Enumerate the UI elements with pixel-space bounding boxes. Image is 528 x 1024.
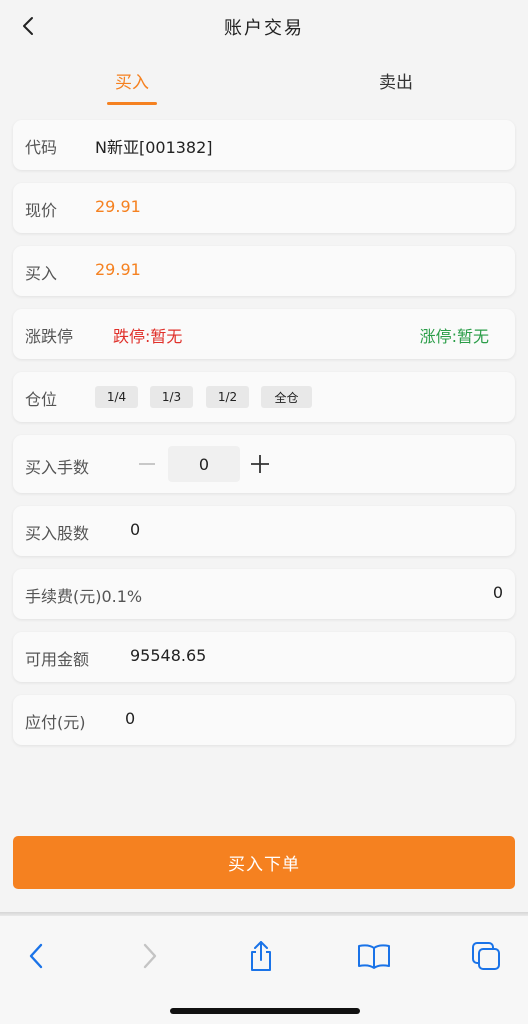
tabs-button[interactable] [464,936,508,976]
home-indicator [170,1008,360,1014]
active-tab-indicator [107,102,157,105]
share-button[interactable] [239,936,283,976]
decrement-button[interactable] [129,447,165,481]
code-row: 代码 N新亚[001382] [13,120,515,170]
buy-price-label: 买入 [25,264,58,283]
plus-icon [251,455,269,473]
price-value: 29.91 [95,197,141,216]
trade-tabs: 买入 卖出 [0,56,528,106]
fee-row: 手续费(元)0.1% 0 [13,569,515,619]
position-half-button[interactable]: 1/2 [206,386,249,408]
available-row: 可用金额 95548.65 [13,632,515,682]
payable-row: 应付(元) 0 [13,695,515,745]
share-icon [251,941,271,971]
increment-button[interactable] [242,447,278,481]
price-label: 现价 [25,201,58,220]
shares-value: 0 [130,520,141,539]
shares-row: 买入股数 0 [13,506,515,556]
code-value: N新亚[001382] [95,138,213,157]
lots-input[interactable]: 0 [168,446,240,482]
position-label: 仓位 [25,390,58,409]
fee-value: 0 [492,583,503,602]
price-row: 现价 29.91 [13,183,515,233]
lots-label: 买入手数 [25,458,90,477]
limit-up-value: 涨停:暂无 [419,327,489,346]
browser-back-button[interactable] [14,936,58,976]
buy-price-row: 买入 29.91 [13,246,515,296]
position-quarter-button[interactable]: 1/4 [95,386,138,408]
code-label: 代码 [25,138,58,157]
chevron-left-icon [29,943,43,969]
buy-price-value[interactable]: 29.91 [95,260,141,279]
payable-value: 0 [125,709,136,728]
limit-label: 涨跌停 [25,327,74,346]
chevron-right-icon [143,943,157,969]
tab-sell[interactable]: 卖出 [356,68,436,93]
position-full-button[interactable]: 全仓 [261,386,312,408]
browser-forward-button[interactable] [128,936,172,976]
available-value: 95548.65 [130,646,207,665]
submit-buy-button[interactable]: 买入下单 [13,836,515,889]
payable-label: 应付(元) [25,713,86,732]
position-third-button[interactable]: 1/3 [150,386,193,408]
fee-label: 手续费(元)0.1% [25,587,143,606]
shares-label: 买入股数 [25,524,90,543]
available-label: 可用金额 [25,650,90,669]
tabs-icon [472,942,500,970]
header: 账户交易 [0,0,528,52]
browser-toolbar [0,916,528,1024]
limit-down-value: 跌停:暂无 [113,327,183,346]
limit-row: 涨跌停 跌停:暂无 涨停:暂无 [13,309,515,359]
book-icon [358,944,390,969]
bookmarks-button[interactable] [352,936,396,976]
position-row: 仓位 1/4 1/3 1/2 全仓 [13,372,515,422]
minus-icon [139,463,155,465]
lots-row: 买入手数 0 [13,435,515,493]
tab-buy[interactable]: 买入 [92,68,172,93]
page-title: 账户交易 [224,18,304,39]
